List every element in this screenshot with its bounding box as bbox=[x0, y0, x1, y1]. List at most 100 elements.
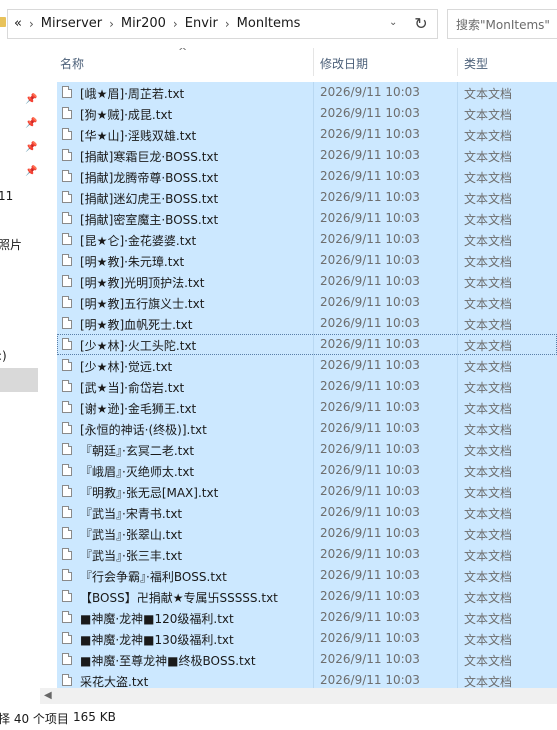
file-row[interactable]: [明★教]光明顶护法.txt 2026/9/11 10:03 文本文档 bbox=[57, 271, 557, 292]
text-file-icon bbox=[62, 653, 72, 665]
file-type: 文本文档 bbox=[464, 360, 513, 374]
file-row[interactable]: [峨★眉]·周芷若.txt 2026/9/11 10:03 文本文档 bbox=[57, 82, 557, 103]
text-file-icon bbox=[62, 590, 72, 602]
row-divider bbox=[457, 124, 458, 145]
text-file-icon bbox=[62, 107, 72, 119]
scroll-left-icon[interactable]: ◀ bbox=[44, 688, 52, 704]
file-name: [永恒的神话·(终极)].txt bbox=[80, 423, 207, 437]
file-row[interactable]: [永恒的神话·(终极)].txt 2026/9/11 10:03 文本文档 bbox=[57, 418, 557, 439]
file-row[interactable]: 『行会争霸』·福利BOSS.txt 2026/9/11 10:03 文本文档 bbox=[57, 565, 557, 586]
file-date: 2026/9/11 10:03 bbox=[320, 463, 420, 477]
refresh-icon[interactable]: ↻ bbox=[406, 10, 436, 38]
row-divider bbox=[313, 565, 314, 586]
file-row[interactable]: 【BOSS】卍捐献★专属卐SSSSS.txt 2026/9/11 10:03 文本文… bbox=[57, 586, 557, 607]
file-name: [捐献]迷幻虎王·BOSS.txt bbox=[80, 192, 219, 206]
file-row[interactable]: [武★当]·俞岱岩.txt 2026/9/11 10:03 文本文档 bbox=[57, 376, 557, 397]
file-row[interactable]: ■神魔·至尊龙神■终极BOSS.txt 2026/9/11 10:03 文本文档 bbox=[57, 649, 557, 670]
file-type: 文本文档 bbox=[464, 654, 513, 668]
file-row[interactable]: 『武当』·张翠山.txt 2026/9/11 10:03 文本文档 bbox=[57, 523, 557, 544]
file-row[interactable]: [狗★贼]·成昆.txt 2026/9/11 10:03 文本文档 bbox=[57, 103, 557, 124]
file-type: 文本文档 bbox=[464, 171, 513, 185]
file-type: 文本文档 bbox=[464, 255, 513, 269]
breadcrumb-mirserver[interactable]: Mirserver bbox=[41, 16, 102, 31]
file-name: [捐献]密室魔主·BOSS.txt bbox=[80, 213, 219, 227]
file-row[interactable]: [昆★仑]·金花婆婆.txt 2026/9/11 10:03 文本文档 bbox=[57, 229, 557, 250]
file-row[interactable]: 采花大盗.txt 2026/9/11 10:03 文本文档 bbox=[57, 670, 557, 688]
column-divider[interactable] bbox=[313, 48, 314, 76]
file-name: [捐献]龙腾帝尊·BOSS.txt bbox=[80, 171, 219, 185]
text-file-icon bbox=[62, 380, 72, 392]
column-divider[interactable] bbox=[457, 48, 458, 76]
row-divider bbox=[313, 82, 314, 103]
folder-icon bbox=[0, 17, 6, 27]
column-type[interactable]: 类型 bbox=[464, 55, 488, 72]
file-type: 文本文档 bbox=[464, 507, 513, 521]
file-row[interactable]: [明★教]五行旗义士.txt 2026/9/11 10:03 文本文档 bbox=[57, 292, 557, 313]
file-row[interactable]: [少★林]·觉远.txt 2026/9/11 10:03 文本文档 bbox=[57, 355, 557, 376]
file-type: 文本文档 bbox=[464, 402, 513, 416]
file-row[interactable]: [捐献]龙腾帝尊·BOSS.txt 2026/9/11 10:03 文本文档 bbox=[57, 166, 557, 187]
file-row[interactable]: [明★教]血帆死士.txt 2026/9/11 10:03 文本文档 bbox=[57, 313, 557, 334]
row-divider bbox=[313, 418, 314, 439]
row-divider bbox=[457, 418, 458, 439]
row-divider bbox=[313, 502, 314, 523]
file-name: [谢★逊]·金毛狮王.txt bbox=[80, 402, 197, 416]
row-divider bbox=[313, 523, 314, 544]
file-name: [明★教]五行旗义士.txt bbox=[80, 297, 205, 311]
file-type: 文本文档 bbox=[464, 129, 513, 143]
nav-item-selected[interactable] bbox=[0, 368, 38, 392]
file-row[interactable]: [捐献]密室魔主·BOSS.txt 2026/9/11 10:03 文本文档 bbox=[57, 208, 557, 229]
file-row[interactable]: 『武当』·宋青书.txt 2026/9/11 10:03 文本文档 bbox=[57, 502, 557, 523]
file-date: 2026/9/11 10:03 bbox=[320, 148, 420, 162]
breadcrumb-envir[interactable]: Envir bbox=[185, 16, 218, 31]
file-name: [明★教]血帆死士.txt bbox=[80, 318, 193, 332]
breadcrumb-mir200[interactable]: Mir200 bbox=[121, 16, 166, 31]
row-divider bbox=[457, 607, 458, 628]
file-row[interactable]: [捐献]迷幻虎王·BOSS.txt 2026/9/11 10:03 文本文档 bbox=[57, 187, 557, 208]
chevron-down-icon[interactable]: ⌄ bbox=[389, 17, 399, 31]
file-row[interactable]: ■神魔·龙神■130级福利.txt 2026/9/11 10:03 文本文档 bbox=[57, 628, 557, 649]
pin-icon[interactable]: 📌 bbox=[25, 118, 37, 130]
file-date: 2026/9/11 10:03 bbox=[320, 610, 420, 624]
row-divider bbox=[457, 229, 458, 250]
row-divider bbox=[313, 607, 314, 628]
file-date: 2026/9/11 10:03 bbox=[320, 253, 420, 267]
file-row[interactable]: 『峨眉』·灭绝师太.txt 2026/9/11 10:03 文本文档 bbox=[57, 460, 557, 481]
file-type: 文本文档 bbox=[464, 234, 513, 248]
row-divider bbox=[457, 103, 458, 124]
file-row[interactable]: ■神魔·龙神■120级福利.txt 2026/9/11 10:03 文本文档 bbox=[57, 607, 557, 628]
file-row[interactable]: [明★教]·朱元璋.txt 2026/9/11 10:03 文本文档 bbox=[57, 250, 557, 271]
horizontal-scrollbar[interactable]: ◀ bbox=[40, 688, 557, 704]
file-date: 2026/9/11 10:03 bbox=[320, 484, 420, 498]
file-type: 文本文档 bbox=[464, 528, 513, 542]
file-row[interactable]: [少★林]·火工头陀.txt 2026/9/11 10:03 文本文档 bbox=[57, 334, 557, 355]
file-date: 2026/9/11 10:03 bbox=[320, 505, 420, 519]
file-type: 文本文档 bbox=[464, 318, 513, 332]
column-date[interactable]: 修改日期 bbox=[320, 55, 368, 72]
nav-item-label[interactable]: 11 bbox=[0, 189, 13, 203]
text-file-icon bbox=[62, 275, 72, 287]
row-divider bbox=[457, 313, 458, 334]
file-row[interactable]: 『明教』·张无忌[MAX].txt 2026/9/11 10:03 文本文档 bbox=[57, 481, 557, 502]
file-row[interactable]: 『朝廷』·玄冥二老.txt 2026/9/11 10:03 文本文档 bbox=[57, 439, 557, 460]
file-name: 『峨眉』·灭绝师太.txt bbox=[80, 465, 195, 479]
pin-icon[interactable]: 📌 bbox=[25, 166, 37, 178]
pin-icon[interactable]: 📌 bbox=[25, 94, 37, 106]
column-name[interactable]: 名称 bbox=[60, 55, 84, 72]
file-row[interactable]: [捐献]寒霜巨龙·BOSS.txt 2026/9/11 10:03 文本文档 bbox=[57, 145, 557, 166]
text-file-icon bbox=[62, 317, 72, 329]
file-row[interactable]: 『武当』·张三丰.txt 2026/9/11 10:03 文本文档 bbox=[57, 544, 557, 565]
file-date: 2026/9/11 10:03 bbox=[320, 211, 420, 225]
row-divider bbox=[457, 523, 458, 544]
breadcrumb-monitems[interactable]: MonItems bbox=[237, 16, 301, 31]
pin-icon[interactable]: 📌 bbox=[25, 142, 37, 154]
row-divider bbox=[457, 460, 458, 481]
file-row[interactable]: [华★山]·淫贱双雄.txt 2026/9/11 10:03 文本文档 bbox=[57, 124, 557, 145]
nav-item-drive[interactable]: :) bbox=[0, 349, 7, 363]
nav-item-photos[interactable]: 照片 bbox=[0, 236, 22, 253]
breadcrumb-overflow[interactable]: « bbox=[14, 16, 22, 31]
file-row[interactable]: [谢★逊]·金毛狮王.txt 2026/9/11 10:03 文本文档 bbox=[57, 397, 557, 418]
row-divider bbox=[313, 313, 314, 334]
row-divider bbox=[457, 82, 458, 103]
file-date: 2026/9/11 10:03 bbox=[320, 379, 420, 393]
